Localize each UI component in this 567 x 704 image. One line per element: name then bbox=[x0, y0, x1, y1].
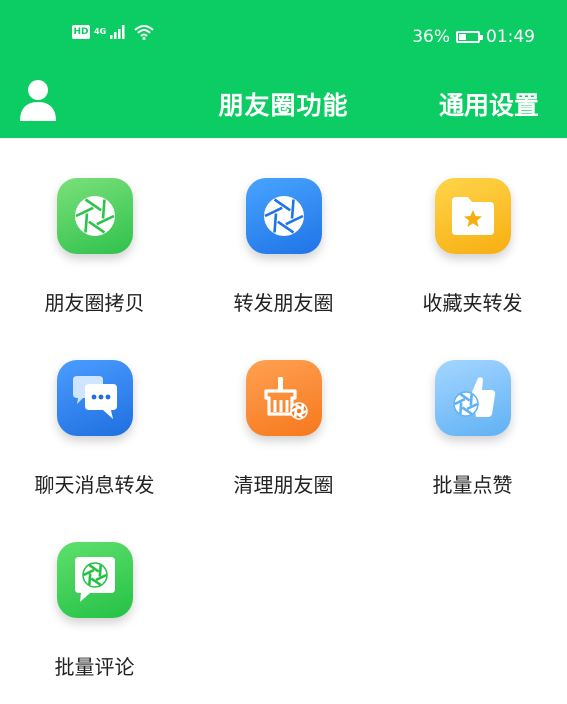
wifi-icon bbox=[134, 25, 154, 40]
feature-label: 批量评论 bbox=[54, 655, 135, 679]
signal-icon bbox=[110, 25, 125, 39]
network-label: 4G bbox=[94, 27, 107, 36]
feature-label: 转发朋友圈 bbox=[233, 291, 334, 315]
feature-item[interactable]: 朋友圈拷贝 bbox=[0, 178, 189, 316]
folder-star-icon bbox=[434, 178, 511, 254]
comment-aperture-icon bbox=[56, 542, 133, 618]
battery-fill bbox=[459, 34, 467, 40]
thumbs-up-icon bbox=[434, 360, 511, 436]
feature-label: 收藏夹转发 bbox=[422, 291, 523, 315]
broom-icon bbox=[245, 360, 322, 436]
status-right: 36% 01:49 bbox=[412, 27, 535, 47]
feature-item[interactable]: 转发朋友圈 bbox=[189, 178, 378, 316]
feature-label: 聊天消息转发 bbox=[34, 473, 155, 497]
feature-item[interactable]: 收藏夹转发 bbox=[378, 178, 567, 316]
hd-badge: HD bbox=[72, 25, 90, 39]
app-header: HD 4G 36% 01:49 朋友圈功能 通用设置 bbox=[0, 0, 567, 138]
status-left: HD 4G bbox=[72, 24, 154, 40]
feature-label: 批量点赞 bbox=[432, 473, 513, 497]
battery-percent: 36% bbox=[412, 27, 450, 47]
feature-item[interactable]: 聊天消息转发 bbox=[0, 360, 189, 498]
feature-item[interactable]: 批量评论 bbox=[0, 542, 189, 680]
battery-icon bbox=[456, 31, 483, 43]
clock: 01:49 bbox=[486, 27, 535, 47]
aperture-icon bbox=[245, 178, 322, 254]
feature-item[interactable]: 批量点赞 bbox=[378, 360, 567, 498]
nav-bar: 朋友圈功能 通用设置 bbox=[0, 62, 567, 138]
feature-label: 朋友圈拷贝 bbox=[44, 291, 145, 315]
aperture-icon bbox=[56, 178, 133, 254]
status-bar: HD 4G 36% 01:49 bbox=[0, 0, 567, 62]
general-settings-button[interactable]: 通用设置 bbox=[439, 86, 539, 122]
chat-bubbles-icon bbox=[56, 360, 133, 436]
feature-label: 清理朋友圈 bbox=[233, 473, 334, 497]
feature-item[interactable]: 清理朋友圈 bbox=[189, 360, 378, 498]
